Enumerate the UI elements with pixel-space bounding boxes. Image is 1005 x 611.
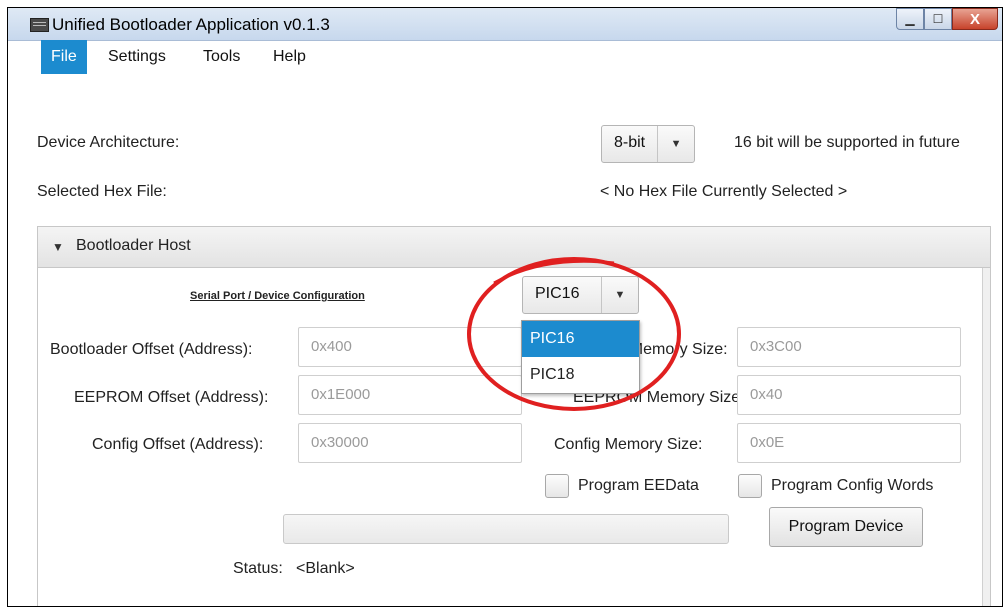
config-memory-size-input[interactable]: 0x0E	[737, 423, 961, 463]
device-family-value: PIC16	[535, 285, 580, 302]
status-label: Status:	[233, 560, 283, 577]
hex-file-label: Selected Hex File:	[37, 183, 167, 200]
dropdown-option-pic18[interactable]: PIC18	[522, 357, 639, 393]
bootloader-host-title: Bootloader Host	[76, 237, 191, 254]
eeprom-memory-size-input[interactable]: 0x40	[737, 375, 961, 415]
architecture-note: 16 bit will be supported in future	[734, 134, 960, 151]
close-icon[interactable]: X	[952, 8, 998, 30]
config-offset-label: Config Offset (Address):	[92, 436, 264, 453]
program-memory-size-input[interactable]: 0x3C00	[737, 327, 961, 367]
program-config-words-label[interactable]: Program Config Words	[771, 477, 933, 495]
window-controls: ▁ ☐ X	[896, 8, 998, 30]
eeprom-offset-label: EEPROM Offset (Address):	[74, 389, 269, 406]
bootloader-host-pane: ▼ Bootloader Host	[37, 226, 991, 606]
minimize-icon[interactable]: ▁	[896, 8, 924, 30]
bootloader-host-header[interactable]: ▼ Bootloader Host	[38, 227, 990, 268]
architecture-value: 8-bit	[614, 134, 646, 151]
device-family-combo[interactable]: PIC16 ▼	[522, 276, 639, 314]
program-config-words-checkbox[interactable]	[738, 474, 762, 498]
device-family-dropdown-list: PIC16 PIC18	[521, 320, 640, 394]
program-device-button[interactable]: Program Device	[769, 507, 923, 547]
architecture-combo[interactable]: 8-bit ▼	[601, 125, 696, 163]
dropdown-option-pic16[interactable]: PIC16	[522, 321, 639, 357]
menu-bar: File Settings Tools Help	[38, 40, 988, 74]
device-architecture-label: Device Architecture:	[37, 134, 180, 151]
app-icon	[30, 18, 49, 32]
serial-port-config-link[interactable]: Serial Port / Device Configuration	[190, 290, 365, 302]
config-memory-size-label: Config Memory Size:	[554, 436, 703, 453]
progress-bar	[283, 514, 729, 544]
menu-settings[interactable]: Settings	[98, 40, 176, 74]
maximize-icon[interactable]: ☐	[924, 8, 952, 30]
bootloader-offset-label: Bootloader Offset (Address):	[50, 341, 253, 358]
program-eedata-checkbox[interactable]	[545, 474, 569, 498]
hex-file-value: < No Hex File Currently Selected >	[600, 183, 848, 200]
bootloader-offset-input[interactable]: 0x400	[298, 327, 522, 367]
config-offset-input[interactable]: 0x30000	[298, 423, 522, 463]
status-value: <Blank>	[296, 560, 355, 577]
menu-file[interactable]: File	[41, 40, 87, 74]
menu-help[interactable]: Help	[263, 40, 316, 74]
window-title: Unified Bootloader Application v0.1.3	[52, 15, 330, 34]
program-eedata-label[interactable]: Program EEData	[578, 477, 699, 495]
chevron-down-icon: ▼	[657, 126, 694, 162]
title-bar: Unified Bootloader Application v0.1.3 ▁ …	[8, 8, 1002, 41]
application-window: Unified Bootloader Application v0.1.3 ▁ …	[7, 7, 1003, 607]
menu-tools[interactable]: Tools	[193, 40, 250, 74]
eeprom-offset-input[interactable]: 0x1E000	[298, 375, 522, 415]
chevron-down-icon: ▼	[601, 277, 638, 313]
scrollbar[interactable]	[982, 268, 990, 606]
collapse-triangle-icon: ▼	[52, 240, 64, 254]
